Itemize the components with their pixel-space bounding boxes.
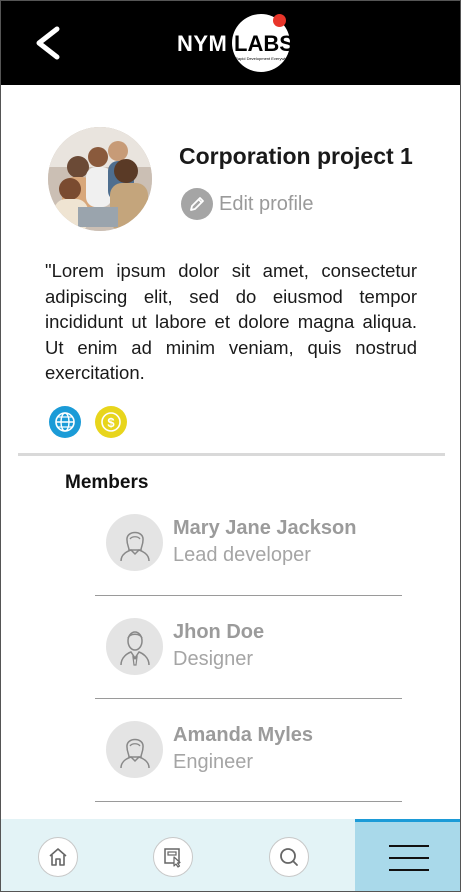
man-avatar-icon [106,618,163,675]
woman-avatar-icon [106,721,163,778]
member-item[interactable]: Amanda Myles Engineer [105,721,405,781]
logo-dot [273,14,286,27]
project-description: "Lorem ipsum dolor sit amet, consectetur… [45,260,417,383]
member-divider [95,698,402,699]
project-title: Corporation project 1 [179,143,413,169]
edit-profile-link[interactable]: Edit profile [181,188,314,220]
globe-icon [55,412,75,432]
bottom-nav [1,819,460,891]
member-role: Engineer [173,751,254,773]
member-name: Jhon Doe [173,621,265,643]
board-cursor-icon [164,848,181,868]
pencil-icon [181,188,213,220]
svg-text:$: $ [107,415,115,430]
section-divider [18,453,445,456]
member-name: Mary Jane Jackson [173,517,357,539]
team-photo-image [48,127,152,231]
logo-tagline: Rapid Development Everywhere [235,56,293,61]
home-icon [49,848,67,866]
nav-board-button[interactable] [153,837,193,877]
dollar-coin-icon: $ [101,412,121,432]
member-item[interactable]: Mary Jane Jackson Lead developer [105,514,405,574]
woman-avatar-icon [106,514,163,571]
nav-menu-button[interactable] [355,819,460,891]
members-heading: Members [65,472,149,493]
website-link-button[interactable] [49,406,81,438]
funding-link-button[interactable]: $ [95,406,127,438]
member-role: Lead developer [173,544,311,566]
nav-home-button[interactable] [38,837,78,877]
hamburger-menu-icon [388,844,429,871]
nav-search-button[interactable] [269,837,309,877]
member-name: Amanda Myles [173,724,314,746]
search-icon [280,848,298,866]
app-frame: NYM LABS Rapid Development Everywhere Co… [0,0,461,892]
nymlabs-logo: NYM LABS Rapid Development Everywhere [177,14,294,74]
member-item[interactable]: Jhon Doe Designer [105,618,405,678]
member-role: Designer [173,648,254,670]
back-button[interactable] [31,23,67,63]
edit-profile-label: Edit profile [219,192,314,215]
member-divider [95,801,402,802]
logo-text-left: NYM [177,31,228,56]
project-avatar [48,127,152,231]
top-bar: NYM LABS Rapid Development Everywhere [1,1,460,85]
member-divider [95,595,402,596]
chevron-left-icon [36,26,60,60]
logo-text-right: LABS [234,31,294,56]
